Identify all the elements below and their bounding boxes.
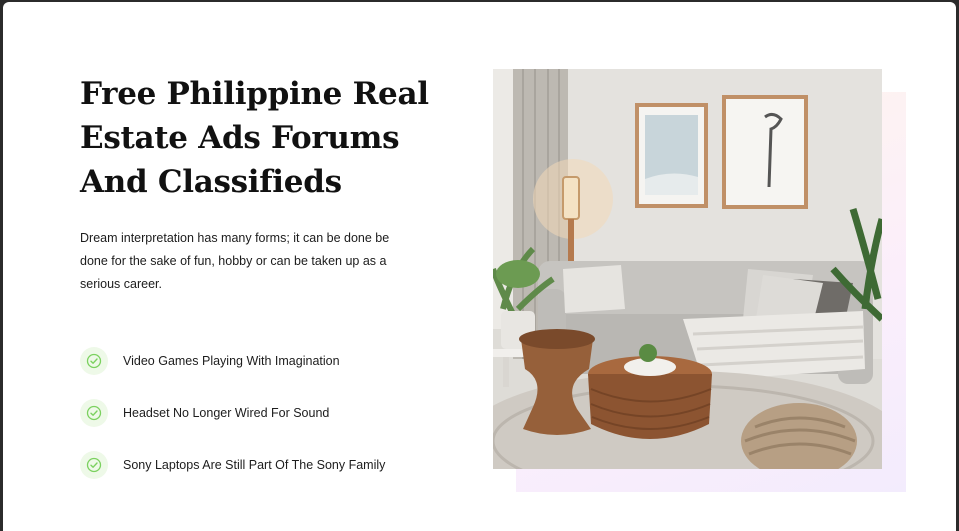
living-room-photo xyxy=(493,69,882,469)
section-description: Dream interpretation has many forms; it … xyxy=(80,231,390,291)
check-circle-icon xyxy=(80,347,108,375)
feature-label: Headset No Longer Wired For Sound xyxy=(123,406,330,420)
feature-item: Sony Laptops Are Still Part Of The Sony … xyxy=(80,439,385,491)
check-circle-icon xyxy=(80,399,108,427)
feature-label: Video Games Playing With Imagination xyxy=(123,354,340,368)
section-title: Free Philippine Real Estate Ads Forums A… xyxy=(80,76,429,200)
feature-item: Headset No Longer Wired For Sound xyxy=(80,387,385,439)
check-circle-icon xyxy=(80,451,108,479)
feature-list: Video Games Playing With Imagination Hea… xyxy=(80,335,385,491)
feature-item: Video Games Playing With Imagination xyxy=(80,335,385,387)
content-card: Free Philippine Real Estate Ads Forums A… xyxy=(3,2,956,531)
feature-label: Sony Laptops Are Still Part Of The Sony … xyxy=(123,458,386,472)
